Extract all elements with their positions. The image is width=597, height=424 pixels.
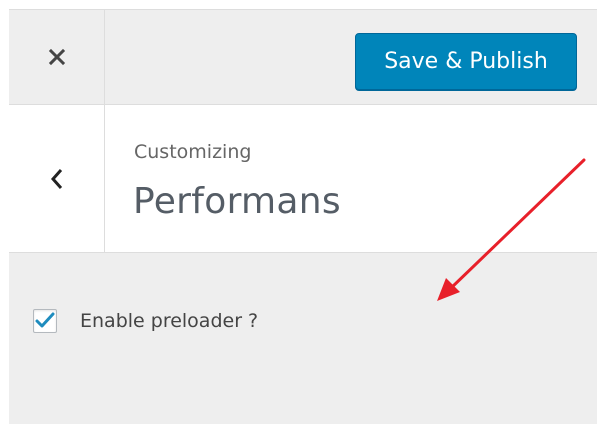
customizer-header: Save & Publish (9, 9, 597, 105)
section-content: Enable preloader ? (9, 253, 597, 424)
back-button[interactable] (9, 105, 105, 252)
checkmark-icon (35, 312, 55, 328)
customizing-label: Customizing (134, 141, 252, 163)
section-title: Performans (133, 181, 341, 222)
close-icon (48, 48, 65, 66)
save-publish-button[interactable]: Save & Publish (355, 33, 577, 90)
preloader-checkbox[interactable] (33, 309, 57, 333)
close-button[interactable] (9, 10, 105, 104)
top-strip (0, 0, 597, 9)
preloader-label[interactable]: Enable preloader ? (80, 310, 258, 332)
chevron-left-icon (50, 168, 62, 189)
preloader-option: Enable preloader ? (33, 309, 258, 333)
section-title-area: Customizing Performans (9, 105, 597, 253)
